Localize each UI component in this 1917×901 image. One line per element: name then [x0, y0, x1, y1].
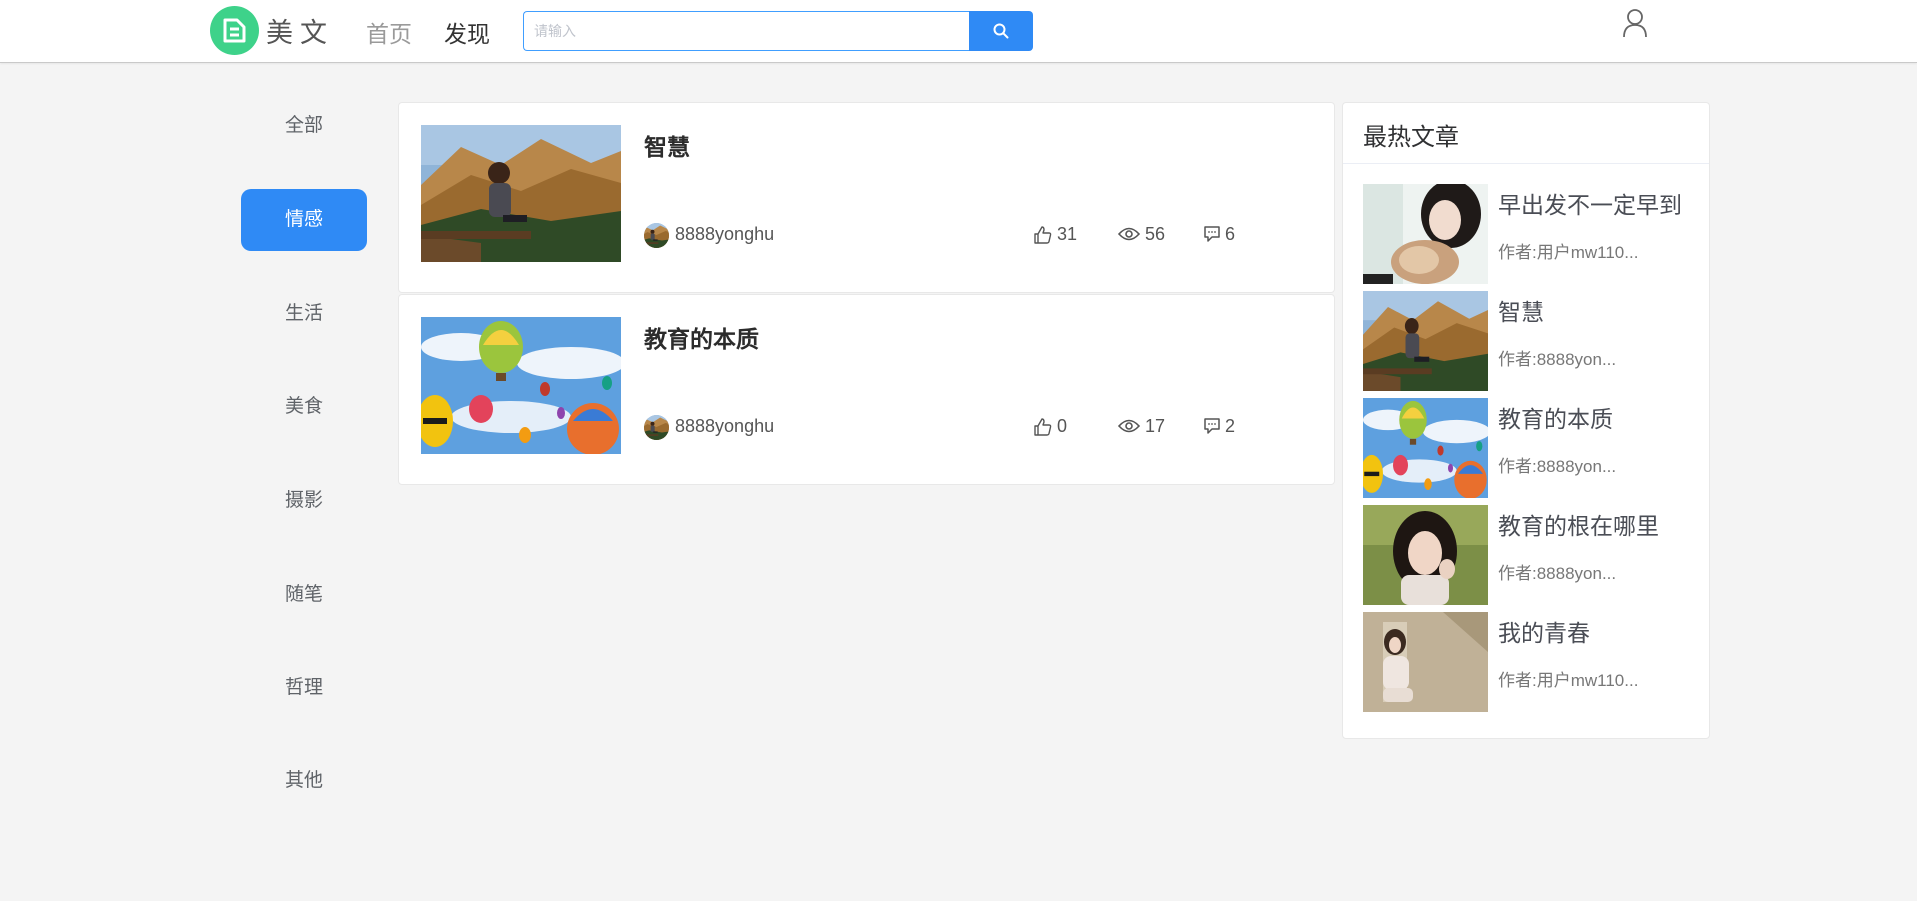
- thumbs-up-icon: [1034, 226, 1052, 244]
- category-all[interactable]: 全部: [241, 95, 367, 157]
- comment-count: 2: [1225, 416, 1236, 436]
- comment-stat[interactable]: 6: [1203, 224, 1253, 248]
- category-food[interactable]: 美食: [241, 376, 367, 438]
- hot-article-author: 作者:8888yon...: [1498, 350, 1617, 369]
- hot-article-author: 作者:用户mw110...: [1498, 671, 1639, 690]
- comment-stat[interactable]: 2: [1203, 416, 1253, 440]
- hot-article-item[interactable]: 教育的本质 作者:8888yon...: [1363, 398, 1703, 498]
- author-avatar: [644, 223, 669, 248]
- eye-icon: [1118, 419, 1140, 433]
- hot-article-item[interactable]: 教育的根在哪里 作者:8888yon...: [1363, 505, 1703, 605]
- search-input[interactable]: [523, 11, 970, 51]
- hot-article-author: 作者:8888yon...: [1498, 564, 1617, 583]
- category-life[interactable]: 生活: [241, 283, 367, 345]
- hot-article-item[interactable]: 我的青春 作者:用户mw110...: [1363, 612, 1703, 712]
- hot-article-item[interactable]: 智慧 作者:8888yon...: [1363, 291, 1703, 391]
- hot-article-thumbnail[interactable]: [1363, 505, 1488, 605]
- search-icon: [993, 23, 1009, 39]
- category-philosophy[interactable]: 哲理: [241, 657, 367, 719]
- article-card: 智慧 8888yonghu 31 56 6: [398, 102, 1335, 293]
- hot-article-title[interactable]: 我的青春: [1498, 614, 1590, 648]
- nav-home[interactable]: 首页: [366, 15, 412, 49]
- hot-articles-heading: 最热文章: [1343, 103, 1709, 164]
- hot-article-title[interactable]: 教育的本质: [1498, 400, 1613, 434]
- hot-article-item[interactable]: 早出发不一定早到 作者:用户mw110...: [1363, 184, 1703, 284]
- hot-article-author: 作者:用户mw110...: [1498, 243, 1639, 262]
- logo-text[interactable]: 美文: [266, 11, 334, 50]
- like-count: 0: [1057, 416, 1068, 436]
- hot-article-title[interactable]: 早出发不一定早到: [1498, 186, 1682, 220]
- author-name[interactable]: 8888yonghu: [675, 416, 774, 437]
- user-icon[interactable]: [1622, 8, 1648, 38]
- category-other[interactable]: 其他: [241, 750, 367, 812]
- article-thumbnail[interactable]: [421, 125, 621, 262]
- category-emotion[interactable]: 情感: [241, 189, 367, 251]
- thumbs-up-icon: [1034, 418, 1052, 436]
- search-button[interactable]: [969, 11, 1033, 51]
- like-count: 31: [1057, 224, 1078, 244]
- comment-count: 6: [1225, 224, 1236, 244]
- view-stat: 17: [1118, 416, 1178, 440]
- like-stat[interactable]: 0: [1033, 416, 1093, 440]
- article-title[interactable]: 智慧: [644, 128, 690, 162]
- comment-icon: [1204, 418, 1220, 434]
- article-thumbnail[interactable]: [421, 317, 621, 454]
- hot-article-thumbnail[interactable]: [1363, 184, 1488, 284]
- eye-icon: [1118, 227, 1140, 241]
- hot-article-author: 作者:8888yon...: [1498, 457, 1617, 476]
- article-title[interactable]: 教育的本质: [644, 320, 759, 354]
- top-navbar: 美文 首页 发现: [0, 0, 1917, 63]
- view-count: 17: [1145, 416, 1166, 436]
- hot-article-thumbnail[interactable]: [1363, 612, 1488, 712]
- view-count: 56: [1145, 224, 1166, 244]
- logo-icon[interactable]: [210, 6, 259, 55]
- article-card: 教育的本质 8888yonghu 0 17 2: [398, 294, 1335, 485]
- hot-article-title[interactable]: 教育的根在哪里: [1498, 507, 1659, 541]
- hot-article-thumbnail[interactable]: [1363, 291, 1488, 391]
- nav-discover[interactable]: 发现: [444, 15, 490, 49]
- comment-icon: [1204, 226, 1220, 242]
- author-avatar: [644, 415, 669, 440]
- hot-articles-panel: 最热文章 早出发不一定早到 作者:用户mw110... 智慧 作者:8888yo…: [1342, 102, 1710, 739]
- like-stat[interactable]: 31: [1033, 224, 1093, 248]
- category-essay[interactable]: 随笔: [241, 564, 367, 626]
- hot-article-thumbnail[interactable]: [1363, 398, 1488, 498]
- category-photography[interactable]: 摄影: [241, 470, 367, 532]
- hot-article-title[interactable]: 智慧: [1498, 293, 1544, 327]
- author-name[interactable]: 8888yonghu: [675, 224, 774, 245]
- view-stat: 56: [1118, 224, 1178, 248]
